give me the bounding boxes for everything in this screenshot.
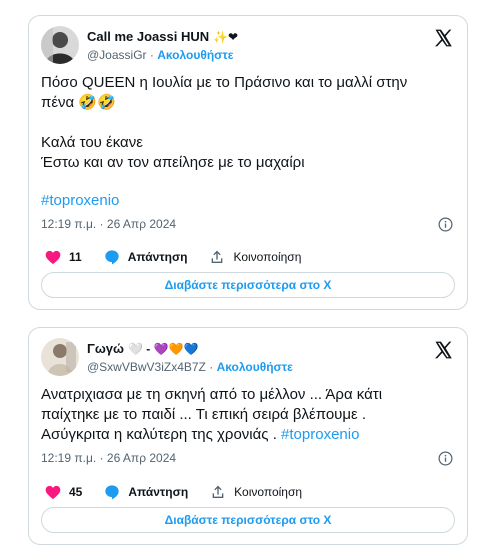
like-count: 45 [69,485,83,499]
tweet-header: Γωγώ 🤍 - 💜🧡💙 @SxwVBwV3iZx4B7Z · Ακολουθή… [41,338,455,378]
share-button[interactable]: Κοινοποίηση [210,484,302,500]
tweet-text-line: παίχτηκε με το παιδί ... Τι επική σειρά … [41,406,367,423]
tweet-actions: 45 Απάντηση Κοινοποίηση [45,482,324,502]
read-more-button[interactable]: Διαβάστε περισσότερα στο Χ [41,272,455,298]
separator: · [149,48,154,62]
tweet-header: Call me Joassi HUN ✨❤ @JoassiGr · Ακολου… [41,26,455,66]
display-name-line[interactable]: Γωγώ 🤍 - 💜🧡💙 [87,341,198,356]
display-name-line[interactable]: Call me Joassi HUN ✨❤ [87,29,238,44]
tweet-actions: 11 Απάντηση Κοινοποίηση [45,247,323,267]
x-logo-icon[interactable] [433,28,453,48]
reply-bubble-icon [105,485,120,500]
info-icon[interactable] [438,217,453,232]
follow-button[interactable]: Ακολουθήστε [217,360,293,374]
like-button[interactable]: 11 [45,250,82,265]
tweet-meta: 12:19 π.μ. · 26 Απρ 2024 [41,451,455,469]
tweet-text-line-with-hashtag: Ασύγκριτα η καλύτερη της χρονιάς . #topr… [41,425,455,445]
handle-line: @SxwVBwV3iZx4B7Z · Ακολουθήστε [87,360,293,374]
display-name[interactable]: Γωγώ [87,341,124,356]
tweet-text-line: Πόσο QUEEN η Ιουλία με το Πράσινο και το… [41,74,408,91]
info-icon[interactable] [438,451,453,466]
follow-button[interactable]: Ακολουθήστε [157,48,233,62]
heart-icon [45,485,61,499]
tweet-meta: 12:19 π.μ. · 26 Απρ 2024 [41,217,455,235]
reply-button[interactable]: Απάντηση [104,249,188,265]
share-label: Κοινοποίηση [233,250,302,264]
share-button[interactable]: Κοινοποίηση [209,249,301,265]
tweet-text-line: Καλά του έκανε [41,134,143,151]
reply-button[interactable]: Απάντηση [104,484,188,500]
tweet-card[interactable]: Call me Joassi HUN ✨❤ @JoassiGr · Ακολου… [28,15,468,310]
timestamp[interactable]: 12:19 π.μ. · 26 Απρ 2024 [41,217,176,231]
handle-line: @JoassiGr · Ακολουθήστε [87,48,233,62]
like-button[interactable]: 45 [45,485,82,500]
display-name[interactable]: Call me Joassi HUN [87,29,209,44]
read-more-button[interactable]: Διαβάστε περισσότερα στο Χ [41,507,455,533]
share-icon [212,250,223,263]
like-count: 11 [69,250,82,264]
hashtag-link[interactable]: #toproxenio [41,191,455,211]
hashtag-link[interactable]: #toproxenio [281,426,359,443]
tweet-text-line: πένα 🤣🤣 [41,94,116,111]
timestamp[interactable]: 12:19 π.μ. · 26 Απρ 2024 [41,451,176,465]
name-emojis: ✨❤ [213,29,239,44]
separator: · [209,360,214,374]
share-label: Κοινοποίηση [234,485,303,499]
x-logo-icon[interactable] [433,340,453,360]
heart-icon [45,250,61,264]
tweet-text-segment: Ασύγκριτα η καλύτερη της χρονιάς . [41,426,277,443]
reply-bubble-icon [105,250,119,265]
avatar[interactable] [41,26,79,64]
tweet-text-line: Ανατριχιασα με τη σκηνή από το μέλλον ..… [41,386,383,403]
tweet-card[interactable]: Γωγώ 🤍 - 💜🧡💙 @SxwVBwV3iZx4B7Z · Ακολουθή… [28,327,468,545]
name-emojis: 🤍 - 💜🧡💙 [128,341,199,356]
reply-label: Απάντηση [127,250,188,264]
tweet-text-line: Έστω και αν τον απείλησε με το μαχαίρι [41,154,305,171]
handle[interactable]: @JoassiGr [87,48,147,62]
share-icon [212,485,224,498]
reply-label: Απάντηση [128,485,189,499]
avatar[interactable] [41,338,79,376]
handle[interactable]: @SxwVBwV3iZx4B7Z [87,360,206,374]
